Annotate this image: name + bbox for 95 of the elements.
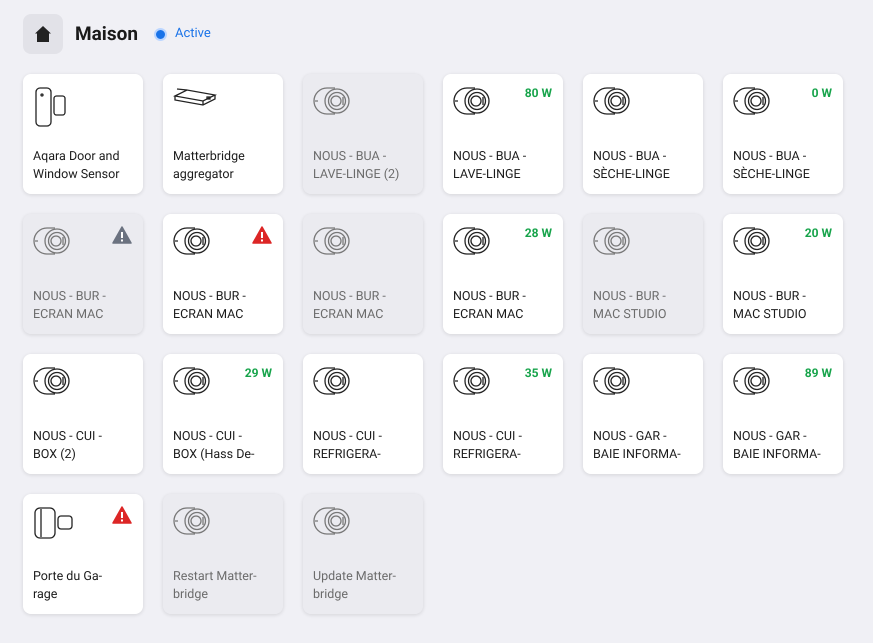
- door-sensor-icon: [33, 86, 67, 128]
- device-name: MAC STUDIO: [593, 306, 668, 324]
- device-name: bridge: [173, 586, 209, 604]
- device-card[interactable]: Matterbridge aggregator: [163, 74, 283, 194]
- smart-plug-icon: [173, 506, 211, 536]
- status-label: Active: [174, 25, 211, 44]
- device-name: ECRAN MAC: [33, 306, 104, 324]
- device-name: BOX (2): [33, 446, 77, 464]
- smart-plug-icon: [313, 366, 351, 396]
- smart-plug-icon: [173, 366, 211, 396]
- device-name: ECRAN MAC: [453, 306, 524, 324]
- device-name: NOUS - BUR -: [313, 288, 387, 306]
- device-card[interactable]: NOUS - BUR - ECRAN MAC: [23, 214, 143, 334]
- smart-plug-icon: [593, 226, 631, 256]
- device-name: ECRAN MAC: [173, 306, 244, 324]
- power-reading: 80 W: [524, 85, 552, 102]
- device-name: NOUS - CUI -: [33, 428, 103, 446]
- device-name: LAVE-LINGE: [453, 166, 522, 184]
- power-reading: 29 W: [244, 365, 272, 382]
- home-button[interactable]: [23, 14, 63, 54]
- device-name: Window Sensor: [33, 166, 120, 184]
- device-name: Aqara Door and: [33, 148, 120, 166]
- smart-plug-icon: [733, 86, 771, 116]
- device-name: Porte du Ga-: [33, 568, 104, 586]
- device-name: SÈCHE-LINGE: [733, 166, 811, 184]
- device-name: NOUS - BUA -: [313, 148, 388, 166]
- smart-plug-icon: [453, 226, 491, 256]
- device-name: bridge: [313, 586, 349, 604]
- smart-plug-icon: [733, 226, 771, 256]
- smart-plug-icon: [733, 366, 771, 396]
- smart-plug-icon: [313, 86, 351, 116]
- smart-plug-icon: [453, 366, 491, 396]
- device-name: ECRAN MAC: [313, 306, 384, 324]
- power-reading: 89 W: [804, 365, 832, 382]
- device-name: NOUS - BUR -: [593, 288, 667, 306]
- device-card[interactable]: Porte du Ga- rage: [23, 494, 143, 614]
- smart-plug-icon: [33, 226, 71, 256]
- device-name: NOUS - BUR -: [733, 288, 807, 306]
- device-card[interactable]: NOUS - BUA - LAVE-LINGE (2): [303, 74, 423, 194]
- device-card[interactable]: Aqara Door and Window Sensor: [23, 74, 143, 194]
- device-name: Matterbridge: [173, 148, 246, 166]
- power-reading: 0 W: [812, 85, 832, 102]
- device-name: rage: [33, 586, 58, 604]
- power-reading: 28 W: [524, 225, 552, 242]
- device-card[interactable]: NOUS - CUI - BOX (2): [23, 354, 143, 474]
- device-name: SÈCHE-LINGE: [593, 166, 671, 184]
- device-name: LAVE-LINGE (2): [313, 166, 400, 184]
- device-card[interactable]: NOUS - BUR - ECRAN MAC: [303, 214, 423, 334]
- page-title: Maison: [75, 20, 138, 47]
- device-name: BAIE INFORMA-: [733, 446, 822, 464]
- device-name: NOUS - CUI -: [453, 428, 523, 446]
- smart-plug-icon: [593, 366, 631, 396]
- device-card[interactable]: 29 W NOUS - CUI - BOX (Hass De-: [163, 354, 283, 474]
- device-card[interactable]: 89 W NOUS - GAR - BAIE INFORMA-: [723, 354, 843, 474]
- device-card[interactable]: NOUS - BUR - ECRAN MAC: [163, 214, 283, 334]
- device-card[interactable]: Update Matter- bridge: [303, 494, 423, 614]
- device-card[interactable]: 20 W NOUS - BUR - MAC STUDIO: [723, 214, 843, 334]
- device-name: NOUS - BUA -: [733, 148, 808, 166]
- device-card[interactable]: Restart Matter- bridge: [163, 494, 283, 614]
- device-name: NOUS - BUA -: [453, 148, 528, 166]
- device-card[interactable]: 35 W NOUS - CUI - REFRIGERA-: [443, 354, 563, 474]
- power-reading: 35 W: [524, 365, 552, 382]
- device-name: NOUS - BUR -: [33, 288, 107, 306]
- hub-device-icon: [173, 86, 217, 108]
- device-name: NOUS - GAR -: [733, 428, 808, 446]
- smart-plug-icon: [313, 506, 351, 536]
- power-reading: 20 W: [804, 225, 832, 242]
- device-name: REFRIGERA-: [453, 446, 522, 464]
- door-sensor-icon: [33, 506, 75, 540]
- device-name: MAC STUDIO: [733, 306, 808, 324]
- device-name: Update Matter-: [313, 568, 398, 586]
- device-name: Restart Matter-: [173, 568, 258, 586]
- device-card[interactable]: NOUS - CUI - REFRIGERA-: [303, 354, 423, 474]
- home-icon: [34, 25, 52, 43]
- smart-plug-icon: [593, 86, 631, 116]
- device-name: NOUS - BUR -: [453, 288, 527, 306]
- device-name: REFRIGERA-: [313, 446, 382, 464]
- device-card[interactable]: 0 W NOUS - BUA - SÈCHE-LINGE: [723, 74, 843, 194]
- device-card[interactable]: 28 W NOUS - BUR - ECRAN MAC: [443, 214, 563, 334]
- smart-plug-icon: [453, 86, 491, 116]
- device-name: BAIE INFORMA-: [593, 446, 682, 464]
- device-name: NOUS - BUR -: [173, 288, 247, 306]
- device-name: NOUS - CUI -: [313, 428, 383, 446]
- device-name: NOUS - BUA -: [593, 148, 668, 166]
- device-card[interactable]: NOUS - GAR - BAIE INFORMA-: [583, 354, 703, 474]
- smart-plug-icon: [33, 366, 71, 396]
- device-name: NOUS - CUI -: [173, 428, 243, 446]
- device-card[interactable]: NOUS - BUR - MAC STUDIO: [583, 214, 703, 334]
- device-name: NOUS - GAR -: [593, 428, 668, 446]
- device-card[interactable]: 80 W NOUS - BUA - LAVE-LINGE: [443, 74, 563, 194]
- device-card[interactable]: NOUS - BUA - SÈCHE-LINGE: [583, 74, 703, 194]
- smart-plug-icon: [313, 226, 351, 256]
- device-name: aggregator: [173, 166, 235, 184]
- smart-plug-icon: [173, 226, 211, 256]
- device-name: BOX (Hass De-: [173, 446, 256, 464]
